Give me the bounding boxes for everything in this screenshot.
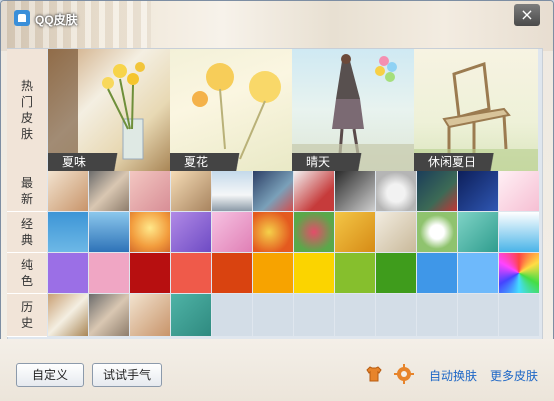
history-slot-empty (335, 294, 375, 336)
try-luck-button[interactable]: 试试手气 (92, 363, 162, 387)
classic-skin-ocean[interactable] (89, 212, 129, 252)
hot-skin-caption: 晴天 (292, 153, 370, 171)
classic-skin-pink-light[interactable] (212, 212, 252, 252)
row-label-classic-text: 经典 (20, 217, 33, 247)
classic-skin-orange-bird[interactable] (253, 212, 293, 252)
hot-skin-summer-taste[interactable]: 夏味 (48, 49, 170, 171)
latest-skin-rocking-horse[interactable] (48, 171, 88, 211)
solid-color-orange-red[interactable] (212, 253, 252, 293)
tshirt-icon[interactable] (364, 364, 384, 384)
hot-skin-summer-flower[interactable]: 夏花 (170, 49, 292, 171)
classic-skin-cloud[interactable] (499, 212, 539, 252)
history-skin-teal[interactable] (171, 294, 211, 336)
row-label-latest: 最新 (7, 171, 47, 212)
auto-change-skin-link[interactable]: 自动换肤 (429, 367, 477, 384)
latest-skin-night-street[interactable] (253, 171, 293, 211)
gear-icon[interactable] (394, 364, 414, 384)
solid-color-purple[interactable] (48, 253, 88, 293)
history-skin-film-strip[interactable] (89, 294, 129, 336)
classic-skin-sunset[interactable] (130, 212, 170, 252)
latest-skin-cartoon-bear[interactable] (171, 171, 211, 211)
solid-color-light-blue[interactable] (458, 253, 498, 293)
solid-color-coral[interactable] (171, 253, 211, 293)
history-slot-empty (253, 294, 293, 336)
close-button[interactable]: × (514, 4, 540, 26)
row-label-hot: 热门皮肤 (7, 49, 47, 172)
title-bar: QQ皮肤 × (0, 0, 554, 30)
history-slot-empty (499, 294, 539, 336)
classic-skin-ink-branch[interactable] (376, 212, 416, 252)
row-label-solid-text: 纯色 (20, 258, 33, 288)
more-skins-link[interactable]: 更多皮肤 (490, 367, 538, 384)
row-label-latest-text: 最新 (20, 176, 33, 206)
latest-skin-film-strip[interactable] (89, 171, 129, 211)
hot-skin-leisure-summer[interactable]: 休闲夏日 (414, 49, 538, 171)
classic-skin-bokeh[interactable] (294, 212, 334, 252)
history-slot-empty (294, 294, 334, 336)
latest-skin-blue-dragon[interactable] (458, 171, 498, 211)
history-slot-empty (212, 294, 252, 336)
row-label-solid: 纯色 (7, 253, 47, 294)
latest-skin-red-gift[interactable] (294, 171, 334, 211)
classic-skin-blue-sky[interactable] (48, 212, 88, 252)
classic-skin-white-flower[interactable] (417, 212, 457, 252)
latest-skin-umbrella[interactable] (417, 171, 457, 211)
row-label-history-text: 历史 (20, 300, 33, 330)
latest-skin-snow-scene[interactable] (212, 171, 252, 211)
row-label-history: 历史 (7, 294, 47, 337)
solid-color-blue[interactable] (417, 253, 457, 293)
hot-skin-caption: 夏味 (48, 153, 126, 171)
hot-skin-caption: 夏花 (170, 153, 248, 171)
history-slot-empty (417, 294, 457, 336)
row-label-classic: 经典 (7, 212, 47, 253)
custom-skin-button[interactable]: 自定义 (16, 363, 84, 387)
classic-skin-music-notes[interactable] (335, 212, 375, 252)
qq-skin-icon (14, 10, 30, 26)
history-skin-rocking-horse[interactable] (130, 294, 170, 336)
latest-skin-pink-sketch[interactable] (130, 171, 170, 211)
solid-color-green[interactable] (376, 253, 416, 293)
history-slot-empty (376, 294, 416, 336)
history-skin-summer-taste[interactable] (48, 294, 88, 336)
latest-skin-silver-heart[interactable] (376, 171, 416, 211)
solid-color-orange[interactable] (253, 253, 293, 293)
solid-color-light-green[interactable] (335, 253, 375, 293)
history-slot-empty (458, 294, 498, 336)
window-title: QQ皮肤 (35, 13, 78, 27)
latest-skin-pink-sheep[interactable] (499, 171, 539, 211)
solid-color-pink[interactable] (89, 253, 129, 293)
solid-color-yellow[interactable] (294, 253, 334, 293)
hot-skin-caption: 休闲夏日 (414, 153, 504, 171)
classic-skin-teal[interactable] (458, 212, 498, 252)
solid-color-dark-red[interactable] (130, 253, 170, 293)
row-label-hot-text: 热门皮肤 (20, 79, 33, 141)
latest-skin-black-white[interactable] (335, 171, 375, 211)
classic-skin-purple-rays[interactable] (171, 212, 211, 252)
solid-color-custom-picker[interactable] (499, 253, 539, 293)
hot-skin-sunny-day[interactable]: 晴天 (292, 49, 414, 171)
